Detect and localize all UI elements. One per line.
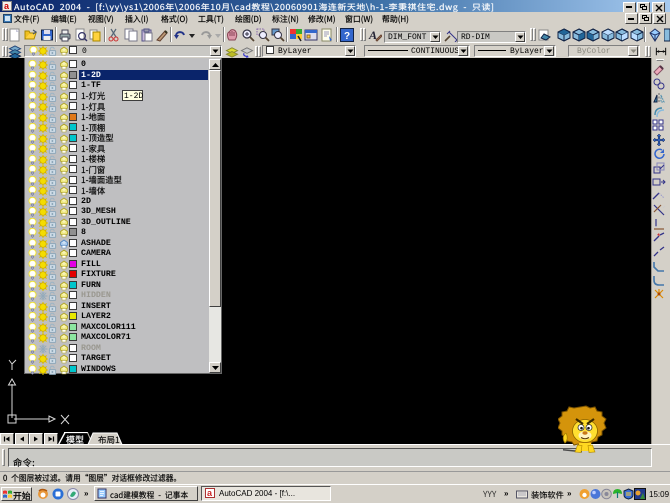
svg-text:?: ? xyxy=(344,31,350,42)
